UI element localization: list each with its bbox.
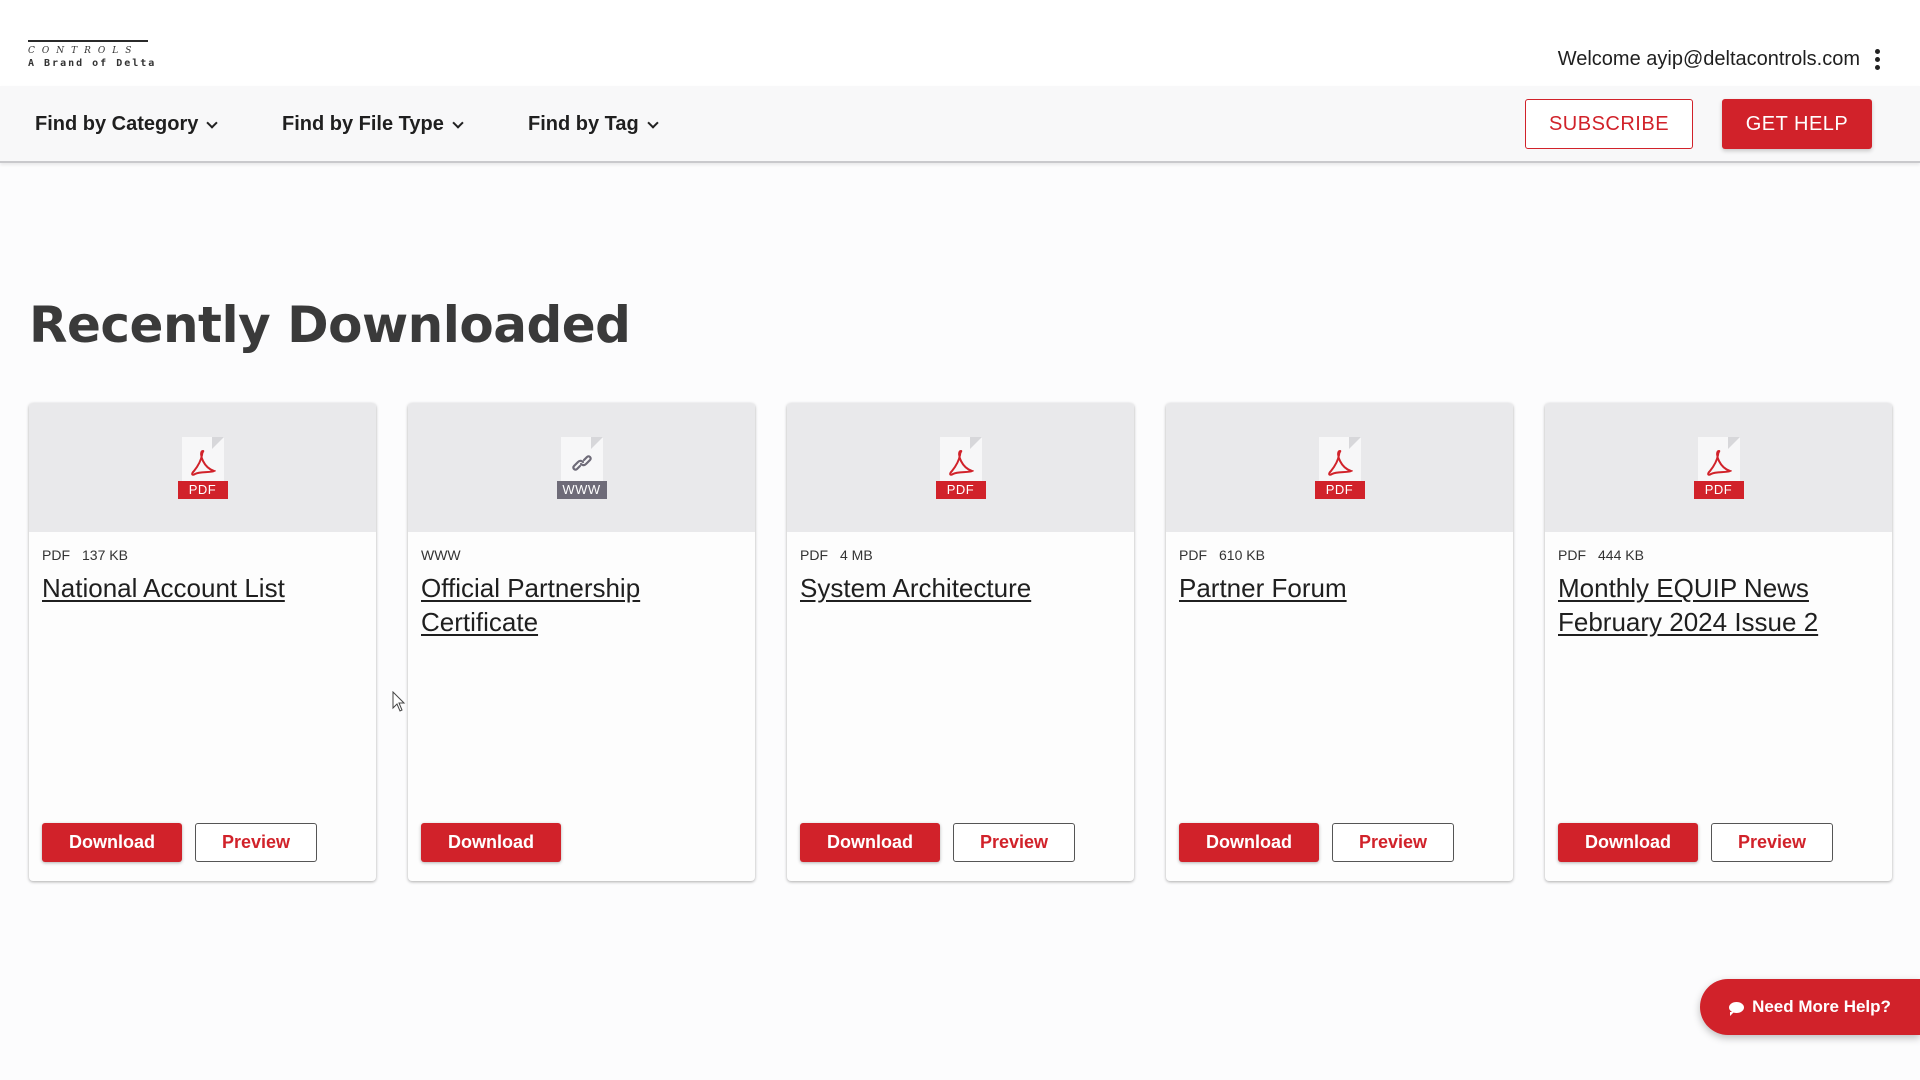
- more-options-icon[interactable]: [1872, 49, 1882, 71]
- document-card: PDF PDF 444 KB Monthly EQUIP News Februar…: [1545, 403, 1892, 881]
- preview-button[interactable]: Preview: [953, 823, 1075, 862]
- navigation-bar: Find by Category Find by File Type Find …: [0, 86, 1920, 163]
- file-type: PDF: [1179, 547, 1207, 563]
- file-size: 4 MB: [840, 547, 873, 563]
- document-title-link[interactable]: Partner Forum: [1179, 571, 1493, 605]
- download-button[interactable]: Download: [1558, 823, 1698, 862]
- pdf-icon: PDF: [177, 436, 228, 499]
- document-card: WWW WWW Official Partnership Certificate…: [408, 403, 755, 881]
- page-title: Recently Downloaded: [29, 296, 631, 354]
- document-card: PDF PDF 4 MB System Architecture Download…: [787, 403, 1134, 881]
- chat-bubble-icon: [1729, 1001, 1745, 1016]
- mouse-pointer-icon: [392, 691, 406, 712]
- logo-rule: [28, 40, 148, 42]
- nav-label: Find by Category: [35, 113, 199, 135]
- preview-button[interactable]: Preview: [195, 823, 317, 862]
- subscribe-button[interactable]: SUBSCRIBE: [1525, 99, 1693, 149]
- download-button[interactable]: Download: [42, 823, 182, 862]
- document-title-link[interactable]: National Account List: [42, 571, 356, 605]
- file-meta: PDF 4 MB: [800, 547, 873, 563]
- file-type: PDF: [1558, 547, 1586, 563]
- pdf-icon: PDF: [1314, 436, 1365, 499]
- preview-button[interactable]: Preview: [1332, 823, 1454, 862]
- document-title-link[interactable]: Monthly EQUIP News February 2024 Issue 2: [1558, 571, 1872, 639]
- download-button[interactable]: Download: [1179, 823, 1319, 862]
- document-card: PDF PDF 610 KB Partner Forum Download Pre…: [1166, 403, 1513, 881]
- file-size: 610 KB: [1219, 547, 1265, 563]
- file-type: PDF: [42, 547, 70, 563]
- card-thumbnail: PDF: [29, 403, 376, 532]
- recent-downloads-list: PDF PDF 137 KB National Account List Down…: [29, 403, 1892, 881]
- card-thumbnail: WWW: [408, 403, 755, 532]
- need-more-help-button[interactable]: Need More Help?: [1700, 979, 1920, 1035]
- link-icon: WWW: [556, 436, 607, 499]
- chevron-down-icon: [452, 116, 464, 129]
- nav-label: Find by Tag: [528, 113, 639, 135]
- card-thumbnail: PDF: [787, 403, 1134, 532]
- nav-find-by-category[interactable]: Find by Category: [35, 113, 219, 136]
- nav-find-by-file-type[interactable]: Find by File Type: [282, 113, 464, 136]
- file-type: WWW: [421, 547, 461, 563]
- download-button[interactable]: Download: [421, 823, 561, 862]
- document-title-link[interactable]: Official Partnership Certificate: [421, 571, 735, 639]
- logo-wordmark: CONTROLS: [28, 46, 139, 56]
- nav-label: Find by File Type: [282, 113, 444, 135]
- file-meta: WWW: [421, 547, 461, 563]
- get-help-button[interactable]: GET HELP: [1722, 99, 1872, 149]
- chevron-down-icon: [206, 116, 219, 129]
- file-meta: PDF 610 KB: [1179, 547, 1265, 563]
- company-logo[interactable]: CONTROLS A Brand of Delta: [28, 36, 158, 72]
- file-size: 137 KB: [82, 547, 128, 563]
- download-button[interactable]: Download: [800, 823, 940, 862]
- file-meta: PDF 137 KB: [42, 547, 128, 563]
- file-size: 444 KB: [1598, 547, 1644, 563]
- welcome-text: Welcome ayip@deltacontrols.com: [1557, 48, 1860, 70]
- logo-tagline: A Brand of Delta: [28, 58, 157, 69]
- pdf-icon: PDF: [1693, 436, 1744, 499]
- pdf-icon: PDF: [935, 436, 986, 499]
- help-label: Need More Help?: [1752, 997, 1891, 1016]
- document-title-link[interactable]: System Architecture: [800, 571, 1114, 605]
- file-type: PDF: [800, 547, 828, 563]
- top-header: CONTROLS A Brand of Delta Welcome ayip@d…: [0, 0, 1920, 86]
- card-thumbnail: PDF: [1166, 403, 1513, 532]
- document-card: PDF PDF 137 KB National Account List Down…: [29, 403, 376, 881]
- preview-button[interactable]: Preview: [1711, 823, 1833, 862]
- file-meta: PDF 444 KB: [1558, 547, 1644, 563]
- chevron-down-icon: [647, 116, 659, 129]
- nav-find-by-tag[interactable]: Find by Tag: [528, 113, 659, 136]
- card-thumbnail: PDF: [1545, 403, 1892, 532]
